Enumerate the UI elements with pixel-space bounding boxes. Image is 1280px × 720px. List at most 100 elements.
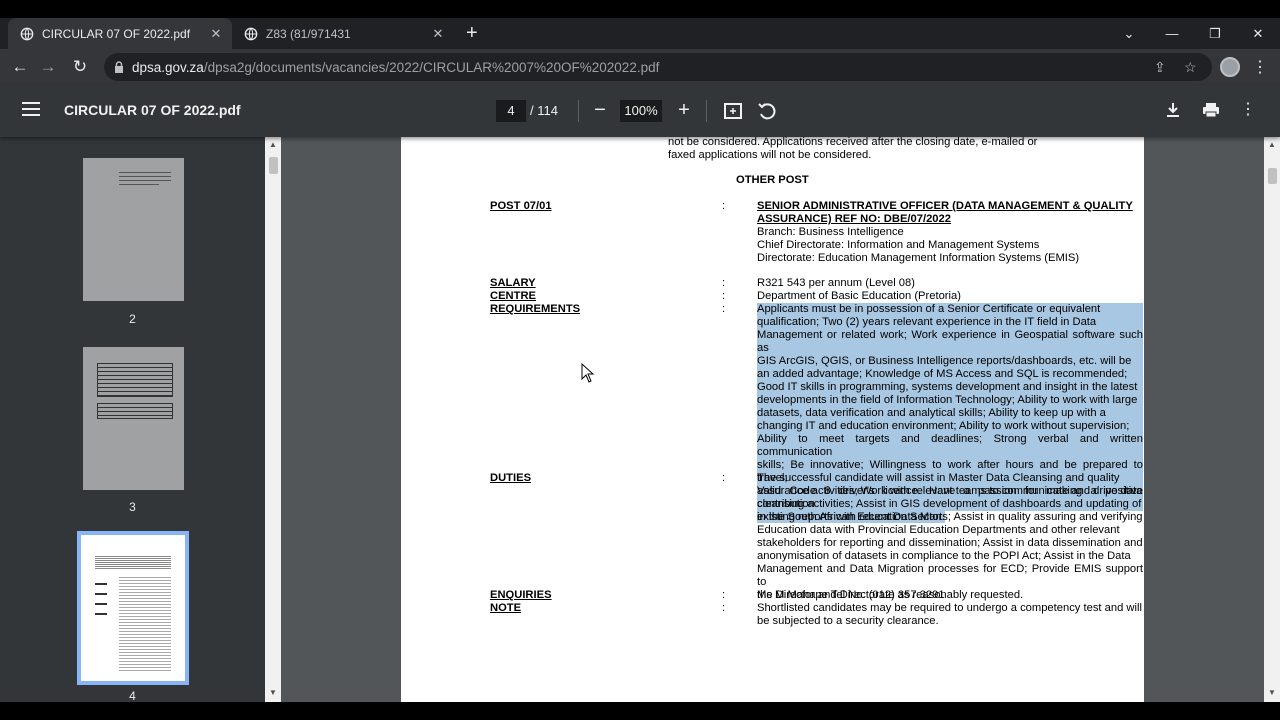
thumbnail-label: 2: [129, 312, 136, 326]
scroll-down-arrow[interactable]: ▼: [265, 688, 281, 697]
scroll-up-arrow[interactable]: ▲: [1264, 140, 1280, 149]
thumbnail-label: 4: [129, 689, 136, 702]
salary-value: R321 543 per annum (Level 08): [757, 277, 915, 289]
text-line: Chief Directorate: Information and Manag…: [757, 239, 1040, 251]
duties-row: DUTIES : The successful candidate will a…: [490, 472, 1150, 601]
tab-strip: CIRCULAR 07 OF 2022.pdf ✕ Z83 (81/971431…: [0, 18, 1280, 49]
text-line: Shortlisted candidates may be required t…: [757, 602, 1142, 614]
text-line: Ability to meet targets and deadlines; S…: [757, 433, 1143, 459]
colon: :: [722, 472, 726, 484]
page-number-input[interactable]: 4: [496, 100, 526, 122]
text-line: stakeholders for reporting and dissemina…: [757, 537, 1143, 549]
text-line: changing IT and education environment; A…: [757, 420, 1143, 433]
forward-button[interactable]: →: [36, 55, 60, 79]
post-info: Branch: Business Intelligence Chief Dire…: [757, 226, 1143, 265]
thumb-text: [119, 172, 171, 173]
mouse-cursor-icon: [581, 363, 595, 383]
text-line: developments in the field of Information…: [757, 394, 1143, 407]
text-line: Management and Data Migration processes …: [757, 563, 1143, 588]
centre-label: CENTRE: [490, 290, 536, 302]
url-domain: dpsa.gov.za: [132, 59, 204, 75]
text-line: anonymisation of datasets in compliance …: [757, 550, 1131, 562]
document-viewer: not be considered. Applications received…: [281, 136, 1264, 702]
colon: :: [722, 277, 726, 289]
thumbnail-page-3[interactable]: [83, 347, 184, 490]
thumbnail-page-2[interactable]: [83, 158, 184, 301]
text-line: SENIOR ADMINISTRATIVE OFFICER (DATA MANA…: [757, 200, 1133, 212]
post-title: SENIOR ADMINISTRATIVE OFFICER (DATA MANA…: [757, 200, 1143, 226]
page-count: / 114: [530, 103, 558, 118]
thumbnail-page-4-selected[interactable]: [77, 531, 189, 685]
pdf-toolbar: CIRCULAR 07 OF 2022.pdf 4 / 114 − 100% +…: [0, 85, 1280, 137]
address-bar[interactable]: dpsa.gov.za/dpsa2g/documents/vacancies/2…: [104, 53, 1212, 81]
close-tab-icon[interactable]: ✕: [208, 26, 224, 42]
download-icon[interactable]: [1166, 102, 1180, 118]
reload-button[interactable]: ↻: [68, 55, 92, 79]
minimize-button[interactable]: —: [1150, 18, 1194, 49]
pdf-page: not be considered. Applications received…: [401, 136, 1144, 702]
thumbnail-sidebar: 2 3 4: [0, 137, 265, 702]
scroll-down-arrow[interactable]: ▼: [1264, 688, 1280, 697]
thumb-labels: [95, 575, 107, 615]
text-line: The successful candidate will assist in …: [757, 472, 1120, 484]
divider: [706, 100, 707, 122]
text-line: datasets, data verification and analytic…: [757, 407, 1143, 420]
more-actions-icon[interactable]: ⋮: [1236, 97, 1260, 123]
text-line: Applicants must be in possession of a Se…: [757, 303, 1143, 316]
centre-row: CENTRE : Department of Basic Education (…: [490, 290, 1150, 303]
close-window-button[interactable]: ✕: [1236, 18, 1280, 49]
thumb-text: [95, 555, 171, 569]
tab-circular-pdf[interactable]: CIRCULAR 07 OF 2022.pdf ✕: [8, 18, 232, 49]
zoom-input[interactable]: 100%: [620, 100, 662, 122]
note-label: NOTE: [490, 602, 522, 614]
text-line: Education data with Provincial Education…: [757, 524, 1120, 536]
zoom-in-button[interactable]: +: [672, 97, 696, 123]
back-button[interactable]: ←: [8, 55, 32, 79]
profile-avatar[interactable]: [1220, 57, 1240, 77]
scroll-up-arrow[interactable]: ▲: [265, 140, 281, 149]
document-scroll-thumb[interactable]: [1268, 168, 1277, 184]
browser-menu-icon[interactable]: ⋮: [1252, 57, 1268, 77]
duties-label: DUTIES: [490, 472, 532, 484]
thumb-text: [119, 180, 171, 181]
bookmark-star-icon[interactable]: ☆: [1184, 59, 1197, 76]
requirements-row: REQUIREMENTS : Applicants must be in pos…: [490, 303, 1150, 523]
enquiries-value: Ms M Mahape Tel No: (012) 357 3291: [757, 589, 945, 601]
restore-button[interactable]: ❐: [1193, 18, 1237, 49]
text-line: cleansing activities; Assist in GIS deve…: [757, 498, 1142, 510]
globe-icon: [20, 27, 34, 40]
close-tab-icon[interactable]: ✕: [430, 26, 446, 42]
colon: :: [722, 602, 726, 614]
thumb-text: [119, 184, 159, 185]
sidebar-scrollbar[interactable]: ▲ ▼: [265, 137, 281, 702]
colon: :: [722, 290, 726, 302]
url-text: dpsa.gov.za/dpsa2g/documents/vacancies/2…: [132, 60, 659, 75]
globe-icon: [244, 27, 258, 40]
thumbnail-label: 3: [129, 500, 136, 514]
menu-icon[interactable]: [22, 102, 40, 120]
pdf-title: CIRCULAR 07 OF 2022.pdf: [64, 102, 241, 118]
text-line: GIS ArcGIS, QGIS, or Business Intelligen…: [757, 355, 1143, 368]
enquiries-label: ENQUIRIES: [490, 589, 552, 601]
section-heading: OTHER POST: [736, 174, 809, 186]
document-scrollbar[interactable]: ▲ ▼: [1264, 137, 1280, 702]
thumb-text: [119, 176, 171, 177]
text-line: an added advantage; Knowledge of MS Acce…: [757, 368, 1143, 381]
new-tab-button[interactable]: +: [466, 22, 478, 44]
tab-z83[interactable]: Z83 (81/971431 ✕: [232, 18, 454, 49]
zoom-out-button[interactable]: −: [588, 97, 612, 123]
thumb-table: [97, 403, 173, 419]
post-block: POST 07/01 : SENIOR ADMINISTRATIVE OFFIC…: [490, 200, 1150, 270]
divider: [578, 100, 579, 122]
colon: :: [722, 200, 726, 212]
print-icon[interactable]: [1202, 102, 1220, 118]
sidebar-scroll-thumb[interactable]: [269, 157, 278, 174]
rotate-icon[interactable]: [758, 102, 776, 120]
fit-page-icon[interactable]: [724, 103, 742, 119]
tab-title: CIRCULAR 07 OF 2022.pdf: [42, 26, 191, 41]
centre-value: Department of Basic Education (Pretoria): [757, 290, 961, 302]
text-line: ASSURANCE) REF NO: DBE/07/2022: [757, 213, 951, 225]
browser-toolbar: ← → ↻ dpsa.gov.za/dpsa2g/documents/vacan…: [0, 49, 1280, 85]
tab-search-icon[interactable]: ⌄: [1107, 18, 1151, 49]
share-icon[interactable]: ⇪: [1154, 59, 1166, 76]
